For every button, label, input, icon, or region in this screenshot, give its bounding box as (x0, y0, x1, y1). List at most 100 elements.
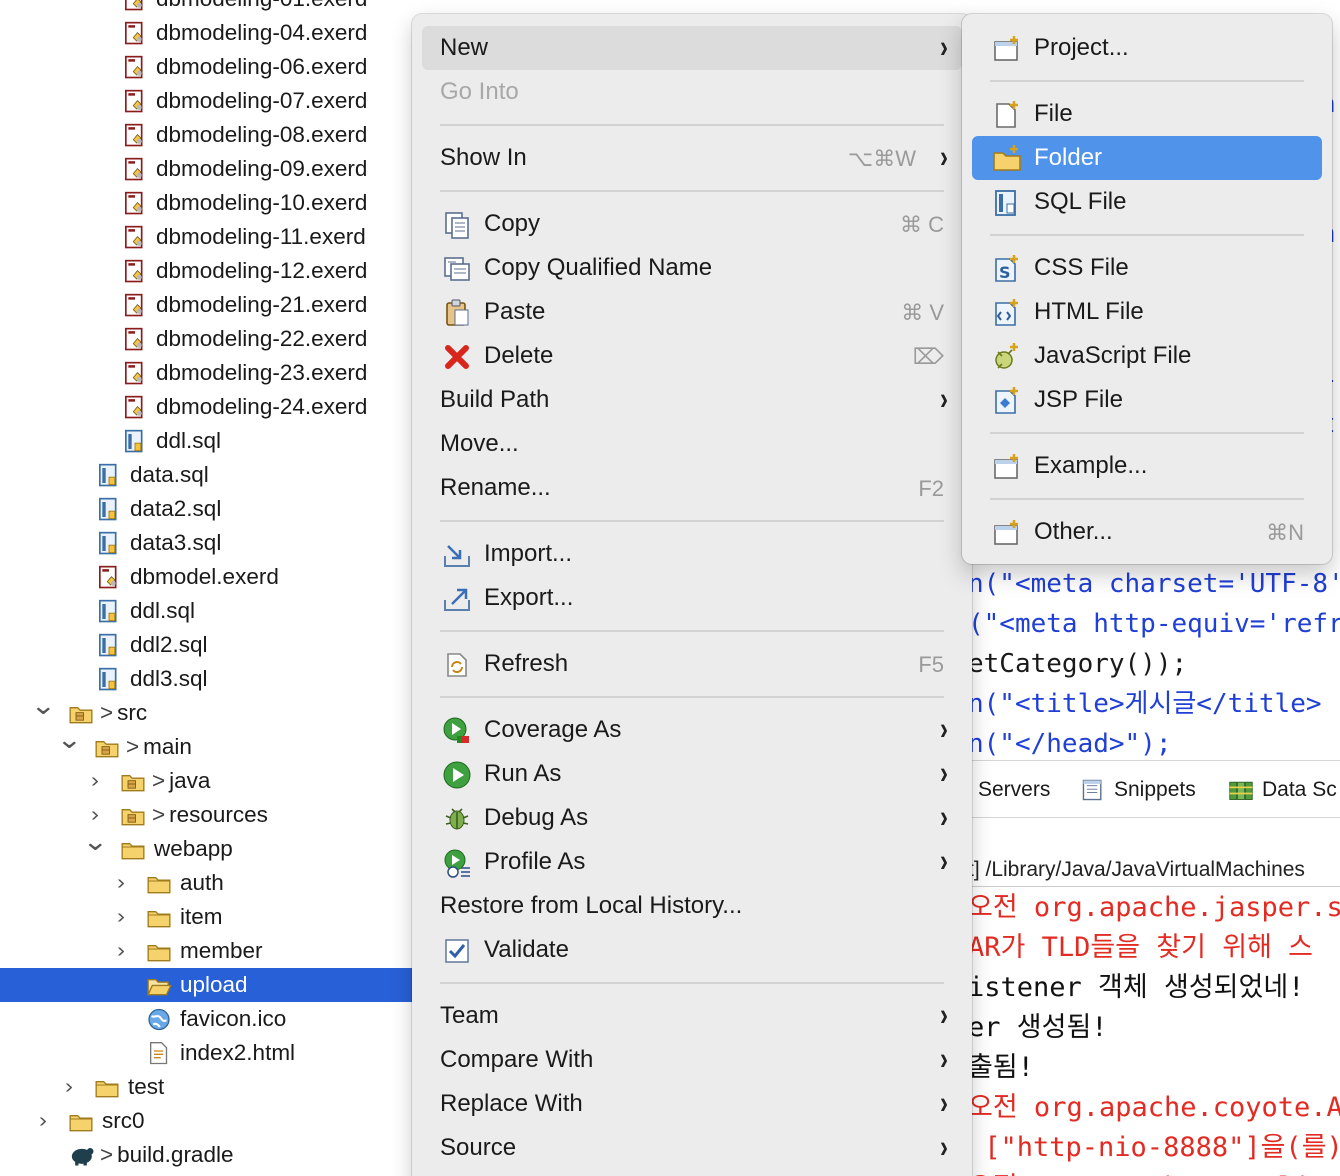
sql-file-icon (122, 429, 148, 454)
tree-item-data2-sql[interactable]: data2.sql (0, 492, 412, 526)
exerd-file-icon (122, 327, 148, 352)
menu-item-restore-from-local-history[interactable]: Restore from Local History... (422, 884, 962, 928)
tree-item-build-gradle[interactable]: > build.gradle (0, 1138, 412, 1172)
tree-item-test[interactable]: › test (0, 1070, 412, 1104)
menu-item-run-as[interactable]: Run As › (422, 752, 962, 796)
tree-item-label: member (180, 938, 263, 963)
tree-item-resources[interactable]: › > resources (0, 798, 412, 832)
copy-qualified-name-icon (442, 254, 472, 284)
tree-item-data3-sql[interactable]: data3.sql (0, 526, 412, 560)
tree-item-dbmodeling-24-exerd[interactable]: dbmodeling-24.exerd (0, 390, 412, 424)
tree-item-member[interactable]: › member (0, 934, 412, 968)
new-submenu-item-sql-file[interactable]: SQL File (972, 180, 1322, 224)
menu-item-new[interactable]: New › (422, 26, 962, 70)
collapse-chevron-icon[interactable]: ⌄ (82, 826, 108, 856)
tree-item-dbmodeling-22-exerd[interactable]: dbmodeling-22.exerd (0, 322, 412, 356)
tree-item-label: ddl3.sql (130, 666, 208, 691)
tree-item-dbmodeling-07-exerd[interactable]: dbmodeling-07.exerd (0, 84, 412, 118)
new-submenu-item-other[interactable]: Other... ⌘N (972, 510, 1322, 554)
tree-item-ddl3-sql[interactable]: ddl3.sql (0, 662, 412, 696)
menu-item-rename[interactable]: Rename... F2 (422, 466, 962, 510)
shortcut-hint: ⌘N (1266, 520, 1304, 545)
expand-chevron-icon[interactable]: › (84, 766, 106, 796)
submenu-item-label: File (1034, 100, 1073, 127)
tree-item-index2-html[interactable]: index2.html (0, 1036, 412, 1070)
sql-file-icon (96, 599, 122, 624)
new-submenu-item-javascript-file[interactable]: JavaScript File (972, 334, 1322, 378)
tree-item-dbmodeling-08-exerd[interactable]: dbmodeling-08.exerd (0, 118, 412, 152)
menu-item-label: Restore from Local History... (440, 892, 743, 919)
submenu-chevron-icon: › (940, 381, 948, 417)
menu-item-replace-with[interactable]: Replace With › (422, 1082, 962, 1126)
new-submenu-item-project[interactable]: Project... (972, 26, 1322, 70)
new-submenu-item-example[interactable]: Example... (972, 444, 1322, 488)
menu-item-import[interactable]: Import... (422, 532, 962, 576)
menu-item-label: Debug As (484, 804, 589, 831)
view-tab-snippets[interactable]: Snippets (1080, 773, 1196, 807)
new-javascript-file-icon (992, 342, 1022, 372)
tree-item-favicon-ico[interactable]: favicon.ico (0, 1002, 412, 1036)
new-submenu-item-folder[interactable]: Folder (972, 136, 1322, 180)
new-submenu-item-css-file[interactable]: S CSS File (972, 246, 1322, 290)
menu-item-paste[interactable]: Paste ⌘ V (422, 290, 962, 334)
tree-item-dbmodeling-11-exerd[interactable]: dbmodeling-11.exerd (0, 220, 412, 254)
view-tab-data-sc[interactable]: Data Sc (1228, 773, 1337, 807)
collapse-chevron-icon[interactable]: ⌄ (30, 690, 56, 720)
expand-chevron-icon[interactable]: › (110, 868, 132, 898)
new-submenu-item-jsp-file[interactable]: JSP File (972, 378, 1322, 422)
tree-item-webapp[interactable]: ⌄ webapp (0, 826, 412, 866)
tree-item-dbmodeling-12-exerd[interactable]: dbmodeling-12.exerd (0, 254, 412, 288)
tree-item-data-sql[interactable]: data.sql (0, 458, 412, 492)
menu-item-delete[interactable]: Delete ⌦ (422, 334, 962, 378)
new-html-file-icon (992, 298, 1022, 328)
menu-item-label: Team (440, 1002, 499, 1029)
paste-icon (442, 298, 472, 328)
expand-chevron-icon[interactable]: › (110, 936, 132, 966)
expand-chevron-icon[interactable]: › (58, 1072, 80, 1102)
tree-item-dbmodel-exerd[interactable]: dbmodel.exerd (0, 560, 412, 594)
tree-item-dbmodeling-01-exerd[interactable]: dbmodeling-01.exerd (0, 0, 412, 16)
new-submenu-item-file[interactable]: File (972, 92, 1322, 136)
tree-item-item[interactable]: › item (0, 900, 412, 934)
menu-item-export[interactable]: Export... (422, 576, 962, 620)
tree-item-dbmodeling-09-exerd[interactable]: dbmodeling-09.exerd (0, 152, 412, 186)
submenu-item-label: JavaScript File (1034, 342, 1192, 369)
menu-item-copy-qualified-name[interactable]: Copy Qualified Name (422, 246, 962, 290)
tree-item-dbmodeling-10-exerd[interactable]: dbmodeling-10.exerd (0, 186, 412, 220)
tree-item-ddl-sql[interactable]: ddl.sql (0, 594, 412, 628)
menu-item-team[interactable]: Team › (422, 994, 962, 1038)
menu-item-build-path[interactable]: Build Path › (422, 378, 962, 422)
new-submenu-item-html-file[interactable]: HTML File (972, 290, 1322, 334)
menu-item-refresh[interactable]: Refresh F5 (422, 642, 962, 686)
menu-item-copy[interactable]: Copy ⌘ C (422, 202, 962, 246)
menu-item-source[interactable]: Source › (422, 1126, 962, 1170)
view-tab-servers[interactable]: Servers (978, 773, 1050, 807)
tree-item-src0[interactable]: › src0 (0, 1104, 412, 1138)
menu-item-debug-as[interactable]: Debug As › (422, 796, 962, 840)
tree-item-upload[interactable]: upload (0, 968, 412, 1002)
menu-item-compare-with[interactable]: Compare With › (422, 1038, 962, 1082)
tree-item-dbmodeling-23-exerd[interactable]: dbmodeling-23.exerd (0, 356, 412, 390)
submenu-separator (990, 432, 1304, 434)
expand-chevron-icon[interactable]: › (110, 902, 132, 932)
menu-item-coverage-as[interactable]: Coverage As › (422, 708, 962, 752)
tree-item-dbmodeling-04-exerd[interactable]: dbmodeling-04.exerd (0, 16, 412, 50)
collapse-chevron-icon[interactable]: ⌄ (56, 724, 82, 754)
new-submenu: Project... File Folder SQL File S CSS File HTM… (962, 14, 1332, 564)
menu-item-move[interactable]: Move... (422, 422, 962, 466)
shortcut-hint: ⌘ V (901, 300, 944, 325)
menu-item-show-in[interactable]: Show In ⌥⌘W › (422, 136, 962, 180)
tree-item-main[interactable]: ⌄ > main (0, 724, 412, 764)
menu-item-validate[interactable]: Validate (422, 928, 962, 972)
tree-item-dbmodeling-06-exerd[interactable]: dbmodeling-06.exerd (0, 50, 412, 84)
gradle-elephant-icon (68, 1143, 94, 1168)
tree-item-label: dbmodeling-23.exerd (156, 360, 368, 385)
submenu-chevron-icon: › (940, 755, 948, 791)
menu-item-profile-as[interactable]: Profile As › (422, 840, 962, 884)
tree-item-ddl2-sql[interactable]: ddl2.sql (0, 628, 412, 662)
tree-item-java[interactable]: › > java (0, 764, 412, 798)
expand-chevron-icon[interactable]: › (32, 1106, 54, 1136)
tree-item-dbmodeling-21-exerd[interactable]: dbmodeling-21.exerd (0, 288, 412, 322)
tree-item-auth[interactable]: › auth (0, 866, 412, 900)
tree-item-ddl-sql[interactable]: ddl.sql (0, 424, 412, 458)
